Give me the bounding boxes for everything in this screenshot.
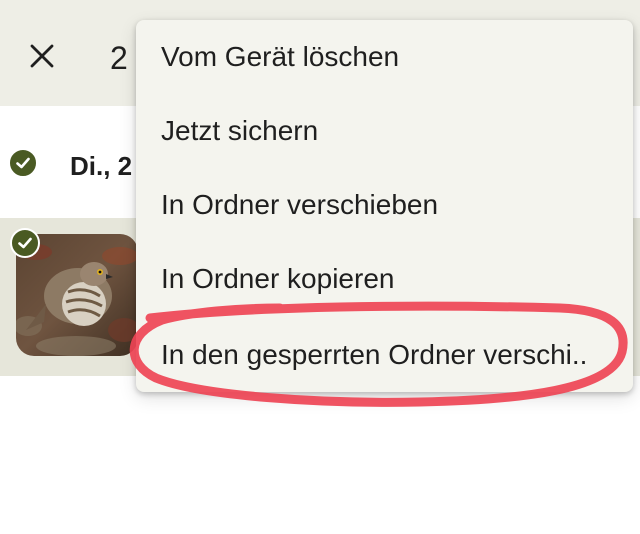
check-icon <box>16 157 30 169</box>
menu-item-copy-to-folder[interactable]: In Ordner kopieren <box>136 242 633 316</box>
date-group-label: Di., 2 <box>70 151 133 181</box>
close-icon <box>30 44 54 68</box>
selection-count: 2 <box>110 40 128 76</box>
menu-item-back-up-now[interactable]: Jetzt sichern <box>136 94 633 168</box>
date-group-select-toggle[interactable] <box>8 148 38 178</box>
photo-select-toggle[interactable] <box>10 228 40 258</box>
menu-item-move-to-locked-folder[interactable]: In den gesperrten Ordner verschi.. <box>136 318 633 392</box>
menu-item-move-to-folder[interactable]: In Ordner verschieben <box>136 168 633 242</box>
check-icon <box>18 237 32 249</box>
menu-item-delete-from-device[interactable]: Vom Gerät löschen <box>136 20 633 94</box>
overflow-menu: Vom Gerät löschen Jetzt sichern In Ordne… <box>136 20 633 392</box>
close-selection-button[interactable] <box>24 38 60 74</box>
